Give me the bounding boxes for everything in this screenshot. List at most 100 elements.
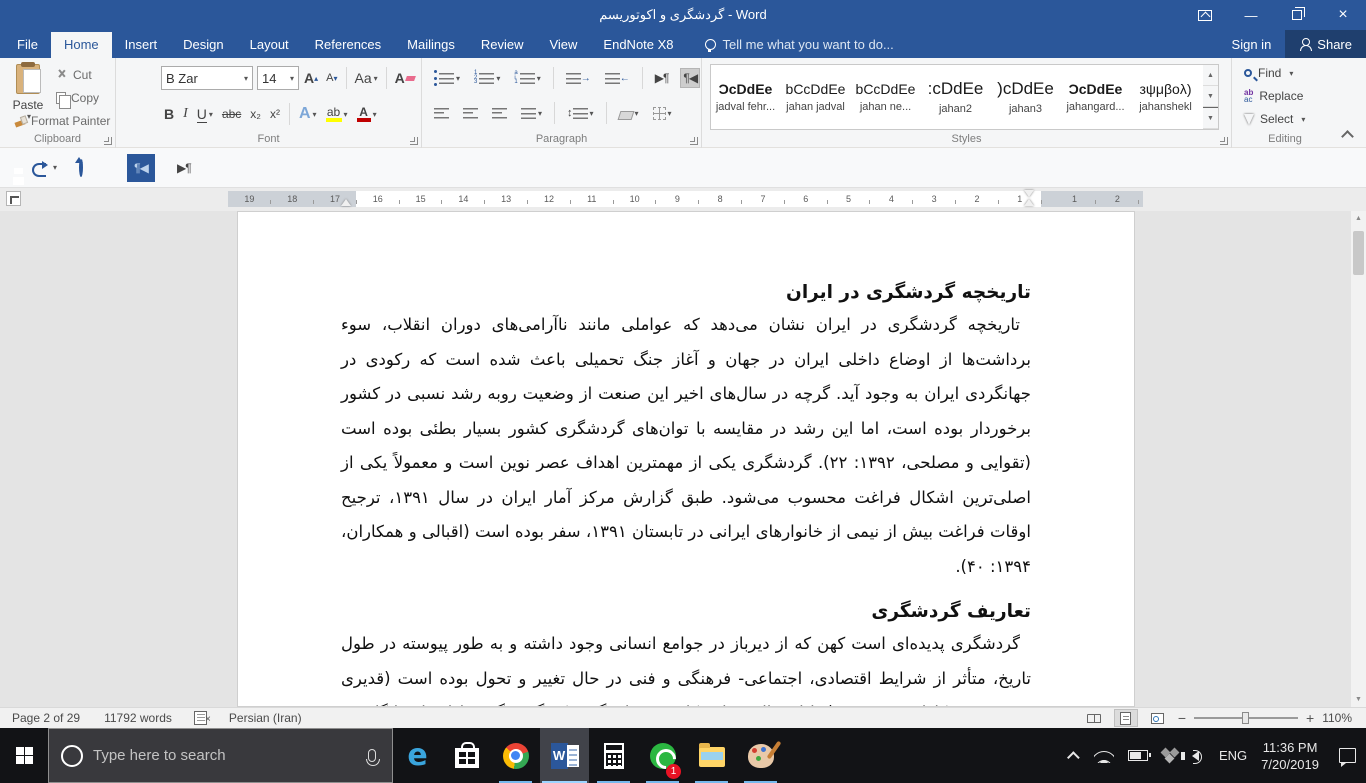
scroll-up-arrow[interactable]: ▲ xyxy=(1351,211,1366,226)
multilevel-dropdown-icon[interactable]: ▾ xyxy=(537,74,541,83)
scrollbar-thumb[interactable] xyxy=(1353,231,1364,275)
style-item[interactable]: bCcDdEe jahan ne... xyxy=(851,65,921,129)
style-item[interactable]: )cDdEe jahan3 xyxy=(991,65,1061,129)
zoom-out-button[interactable]: − xyxy=(1178,710,1186,726)
zoom-slider-handle[interactable] xyxy=(1242,712,1249,724)
superscript-button[interactable]: x² xyxy=(270,107,280,121)
taskbar-paint-button[interactable] xyxy=(736,728,785,783)
underline-dropdown-icon[interactable]: ▾ xyxy=(209,110,213,119)
ribbon-tab[interactable]: Home xyxy=(51,32,112,58)
underline-button[interactable]: U▾ xyxy=(197,106,213,123)
font-dialog-launcher[interactable] xyxy=(410,137,418,145)
minimize-button[interactable]: — xyxy=(1228,0,1274,30)
language-switcher[interactable]: ENG xyxy=(1219,748,1247,763)
borders-dropdown-icon[interactable]: ▾ xyxy=(668,109,672,118)
undo-dropdown-icon[interactable]: ▾ xyxy=(53,163,57,172)
action-center-icon[interactable] xyxy=(1339,748,1356,763)
justify-button[interactable]: ▾ xyxy=(519,106,544,121)
align-right-button[interactable] xyxy=(490,106,509,121)
styles-dialog-launcher[interactable] xyxy=(1220,137,1228,145)
zoom-slider[interactable] xyxy=(1194,717,1298,719)
ltr-quick-button[interactable]: ▶¶ xyxy=(177,160,191,175)
ribbon-tab[interactable]: View xyxy=(536,32,590,58)
strikethrough-button[interactable]: abc xyxy=(222,107,241,121)
dropbox-icon[interactable] xyxy=(1162,749,1178,763)
clock[interactable]: 11:36 PM 7/20/2019 xyxy=(1261,739,1319,773)
print-layout-button[interactable] xyxy=(1114,709,1138,727)
taskbar-whatsapp-button[interactable]: 1 xyxy=(638,728,687,783)
change-case-button[interactable]: Aa▾ xyxy=(355,70,378,86)
rtl-direction-button[interactable]: ¶◀ xyxy=(680,68,700,88)
ltr-direction-button[interactable]: ▶¶ xyxy=(653,69,671,87)
start-button[interactable] xyxy=(0,728,48,783)
select-button[interactable]: Select ▾ xyxy=(1244,112,1305,126)
ribbon-tab[interactable]: Insert xyxy=(112,32,171,58)
find-dropdown-icon[interactable]: ▾ xyxy=(1289,69,1293,78)
font-size-dropdown-icon[interactable]: ▾ xyxy=(290,74,294,83)
language-indicator[interactable]: Persian (Iran) xyxy=(217,711,314,725)
sign-in-button[interactable]: Sign in xyxy=(1218,30,1286,58)
find-button[interactable]: Find ▾ xyxy=(1244,66,1293,80)
italic-button[interactable]: I xyxy=(183,106,188,122)
shading-dropdown-icon[interactable]: ▾ xyxy=(635,109,639,118)
bullets-dropdown-icon[interactable]: ▾ xyxy=(456,74,460,83)
shrink-font-button[interactable]: A▾ xyxy=(326,72,337,84)
share-button[interactable]: Share xyxy=(1285,30,1366,58)
ribbon-tab[interactable]: Review xyxy=(468,32,537,58)
font-name-dropdown-icon[interactable]: ▾ xyxy=(244,74,248,83)
bullets-button[interactable]: ▾ xyxy=(432,68,462,87)
style-item[interactable]: зψμβoλ) jahanshekl xyxy=(1131,65,1201,129)
ribbon-tab[interactable]: EndNote X8 xyxy=(590,32,686,58)
font-size-combo[interactable]: 14 ▾ xyxy=(257,66,299,90)
font-name-combo[interactable]: B Zar ▾ xyxy=(161,66,253,90)
highlight-button[interactable]: ab▾ xyxy=(326,107,348,122)
styles-scroll-down-button[interactable]: ▼ xyxy=(1203,86,1218,107)
align-left-button[interactable] xyxy=(432,106,451,121)
paragraph-dialog-launcher[interactable] xyxy=(690,137,698,145)
shading-button[interactable]: ▾ xyxy=(617,105,641,122)
borders-button[interactable]: ▾ xyxy=(651,105,674,122)
battery-icon[interactable] xyxy=(1128,750,1148,761)
align-center-button[interactable] xyxy=(461,106,480,121)
styles-scroll-up-button[interactable]: ▲ xyxy=(1203,65,1218,86)
word-count[interactable]: 11792 words xyxy=(92,711,184,725)
style-item[interactable]: bCcDdEe jahan jadval xyxy=(781,65,851,129)
indent-marker-left[interactable] xyxy=(341,199,351,206)
volume-icon[interactable] xyxy=(1192,751,1199,761)
decrease-indent-button[interactable]: → xyxy=(564,71,593,86)
style-item[interactable]: ƆcDdEe jahangard... xyxy=(1061,65,1131,129)
line-spacing-dropdown-icon[interactable]: ▾ xyxy=(590,109,594,118)
proofing-errors-icon[interactable] xyxy=(194,711,207,725)
scroll-down-arrow[interactable]: ▼ xyxy=(1351,692,1366,707)
ribbon-display-options-button[interactable] xyxy=(1182,0,1228,30)
clear-formatting-button[interactable]: A xyxy=(395,70,415,86)
restore-button[interactable] xyxy=(1274,0,1320,30)
tell-me-box[interactable]: Tell me what you want to do... xyxy=(705,37,894,58)
tab-stop-selector[interactable] xyxy=(6,191,21,206)
taskbar-chrome-button[interactable] xyxy=(491,728,540,783)
ribbon-tab[interactable]: Design xyxy=(170,32,236,58)
replace-button[interactable]: abac Replace xyxy=(1244,89,1303,103)
web-layout-button[interactable] xyxy=(1146,709,1170,727)
taskbar-edge-button[interactable]: e xyxy=(393,728,442,783)
collapse-ribbon-button[interactable] xyxy=(1341,130,1354,143)
vertical-scrollbar[interactable]: ▲ ▼ xyxy=(1351,211,1366,707)
multilevel-list-button[interactable]: ai1▾ xyxy=(512,69,542,88)
rtl-quick-button-active[interactable]: ¶◀ xyxy=(127,154,155,182)
microphone-icon[interactable] xyxy=(368,749,376,762)
zoom-level[interactable]: 110% xyxy=(1322,711,1352,725)
numbering-dropdown-icon[interactable]: ▾ xyxy=(496,74,500,83)
wifi-icon[interactable] xyxy=(1094,748,1114,763)
style-item[interactable]: ƆcDdEe jadval fehr... xyxy=(711,65,781,129)
taskbar-store-button[interactable] xyxy=(442,728,491,783)
tray-chevron-icon[interactable] xyxy=(1067,751,1080,764)
right-indent-marker[interactable] xyxy=(1024,199,1034,206)
font-color-dropdown-icon[interactable]: ▾ xyxy=(373,110,377,119)
redo-button[interactable] xyxy=(79,160,83,175)
ribbon-tab[interactable]: Layout xyxy=(237,32,302,58)
taskbar-calculator-button[interactable] xyxy=(589,728,638,783)
undo-button[interactable]: ▾ xyxy=(32,161,57,175)
styles-more-button[interactable]: ▼ xyxy=(1203,107,1218,129)
bold-button[interactable]: B xyxy=(164,106,174,122)
page-indicator[interactable]: Page 2 of 29 xyxy=(0,711,92,725)
